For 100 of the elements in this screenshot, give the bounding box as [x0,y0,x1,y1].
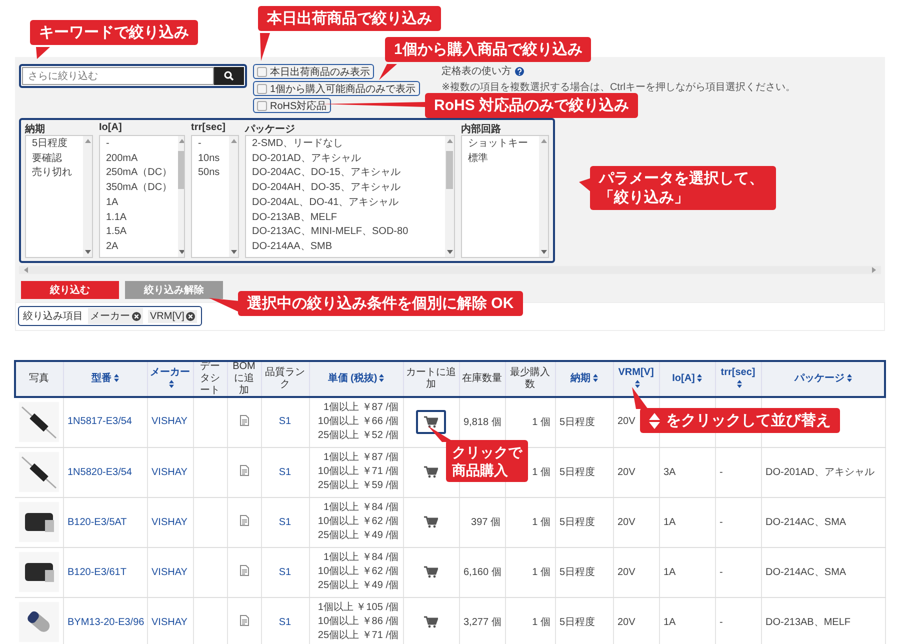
sort-icon[interactable] [379,374,384,382]
quality-rank-link[interactable]: S1 [278,566,292,578]
scroll-down-icon[interactable] [230,250,236,255]
quality-rank-link[interactable]: S1 [278,466,292,478]
help-icon[interactable] [514,66,524,76]
list-option[interactable]: - [106,137,172,152]
column-header[interactable]: 型番 [63,361,147,397]
scroll-down-icon[interactable] [178,250,184,255]
column-header[interactable]: 単価 (税抜) [309,361,403,397]
sort-icon[interactable] [592,374,598,382]
document-icon[interactable] [240,414,248,426]
maker-link[interactable]: VISHAY [152,416,188,428]
help-link[interactable]: 定格表の使い方 [442,64,512,78]
search-field[interactable]: さらに絞り込む [19,64,247,88]
list-option[interactable]: 標準 [468,152,533,166]
list-option[interactable]: DO-213AB、MELF [252,210,439,226]
list-option[interactable]: 10ns [198,152,223,166]
list-option[interactable]: 1.1A [106,210,172,226]
scroll-down-icon[interactable] [540,250,546,255]
column-header[interactable]: trr[sec] [715,361,761,397]
filter-listbox[interactable]: 2-SMD、リードなし DO-201AD、アキシャル DO-204AC、DO-15、アキシャル DO-204AH、DO-35、アキシャル DO-204AL、DO-41、アキシャル DO-213AB、MELF DO-213AC、MINI-MELF、SOD-80 DO-214AA、SMB [245,135,455,258]
sort-icon[interactable] [846,374,852,382]
quality-rank-link[interactable]: S1 [278,616,292,628]
list-option[interactable]: 1A [106,196,172,211]
list-option[interactable]: DO-204AL、DO-41、アキシャル [252,196,439,211]
document-icon[interactable] [240,565,248,576]
sort-icon[interactable] [114,374,118,382]
filter-listbox[interactable]: - 200mA 250mA（DC） 350mA（DC） 1A 1.1A 1.5A 2A [99,135,185,258]
sort-icon[interactable] [168,380,174,388]
filter-listbox[interactable]: 5日程度 要確認 売り切れ [25,135,93,258]
sort-icon[interactable] [736,380,742,388]
checkbox[interactable] [257,100,267,110]
list-option[interactable]: 50ns [198,166,223,182]
list-option[interactable]: 2-SMD、リードなし [252,137,439,152]
part-number-link[interactable]: B120-E3/5AT [68,516,127,528]
filter-chip[interactable]: メーカー [88,308,143,324]
maker-link[interactable]: VISHAY [152,466,188,478]
maker-link[interactable]: VISHAY [152,616,188,628]
list-option[interactable]: DO-204AH、DO-35、アキシャル [252,181,439,196]
list-option[interactable]: 2A [106,240,172,255]
part-number-link[interactable]: B120-E3/61T [68,566,126,578]
list-option[interactable]: 要確認 [32,152,77,166]
column-header[interactable]: Io[A] [659,361,715,397]
document-icon[interactable] [240,615,248,626]
list-option[interactable]: 350mA（DC） [106,181,172,196]
list-option[interactable]: - [198,137,223,152]
part-number-link[interactable]: 1N5817-E3/54 [68,416,132,428]
sort-icon[interactable] [634,380,640,388]
list-option[interactable]: DO-204AC、DO-15、アキシャル [252,166,439,182]
maker-link[interactable]: VISHAY [152,516,188,528]
scroll-up-icon[interactable] [84,138,90,143]
column-header[interactable]: 納期 [555,361,613,397]
column-header[interactable]: パッケージ [761,361,885,397]
list-option[interactable]: DO-213AC、MINI-MELF、SOD-80 [252,225,439,240]
add-to-cart-button[interactable] [416,410,446,434]
filter-button[interactable]: 絞り込む [21,281,119,299]
remove-icon[interactable] [132,312,141,320]
document-icon[interactable] [240,465,248,476]
search-button[interactable] [214,67,244,85]
quality-rank-link[interactable]: S1 [278,516,292,528]
list-option[interactable]: 売り切れ [32,166,77,182]
filter-listbox[interactable]: - 10ns 50ns [191,135,239,258]
scrollbar[interactable] [539,136,548,257]
list-option[interactable]: 5日程度 [32,137,77,152]
list-option[interactable]: 250mA（DC） [106,166,172,182]
part-number-link[interactable]: BYM13-20-E3/96 [68,616,144,628]
scroll-down-icon[interactable] [446,250,452,255]
list-option[interactable]: 1.5A [106,225,172,240]
checkbox[interactable] [257,66,267,76]
scroll-down-icon[interactable] [84,250,90,255]
column-header[interactable]: メーカー [147,361,193,397]
checkbox[interactable] [257,84,267,94]
scrollbar[interactable] [178,136,184,257]
scrollbar[interactable] [445,136,454,257]
horizontal-scrollbar[interactable] [19,266,881,274]
scroll-up-icon[interactable] [540,138,546,143]
scroll-up-icon[interactable] [230,138,236,143]
remove-icon[interactable] [186,312,196,320]
scroll-thumb[interactable] [446,151,453,189]
scroll-up-icon[interactable] [446,138,452,143]
checkbox-option[interactable]: 本日出荷商品のみ表示 [253,64,374,79]
scroll-up-icon[interactable] [178,138,184,143]
document-icon[interactable] [240,515,248,526]
scroll-thumb[interactable] [178,151,184,189]
list-option[interactable]: DO-214AA、SMB [252,240,439,255]
scroll-right-icon[interactable] [872,267,877,273]
list-option[interactable]: ショットキー [468,137,533,152]
scrollbar[interactable] [83,136,92,257]
list-option[interactable]: 200mA [106,152,172,166]
maker-link[interactable]: VISHAY [152,566,188,578]
part-number-link[interactable]: 1N5820-E3/54 [68,466,132,478]
filter-listbox[interactable]: ショットキー 標準 [461,135,549,258]
filter-chip[interactable]: VRM[V] [148,310,198,322]
scroll-left-icon[interactable] [23,267,28,273]
quality-rank-link[interactable]: S1 [278,416,292,428]
checkbox-option[interactable]: RoHS対応品 [253,98,331,113]
checkbox-option[interactable]: 1個から購入可能商品のみで表示 [253,81,420,96]
sort-icon[interactable] [696,374,702,382]
scrollbar[interactable] [229,136,238,257]
list-option[interactable]: DO-201AD、アキシャル [252,152,439,166]
